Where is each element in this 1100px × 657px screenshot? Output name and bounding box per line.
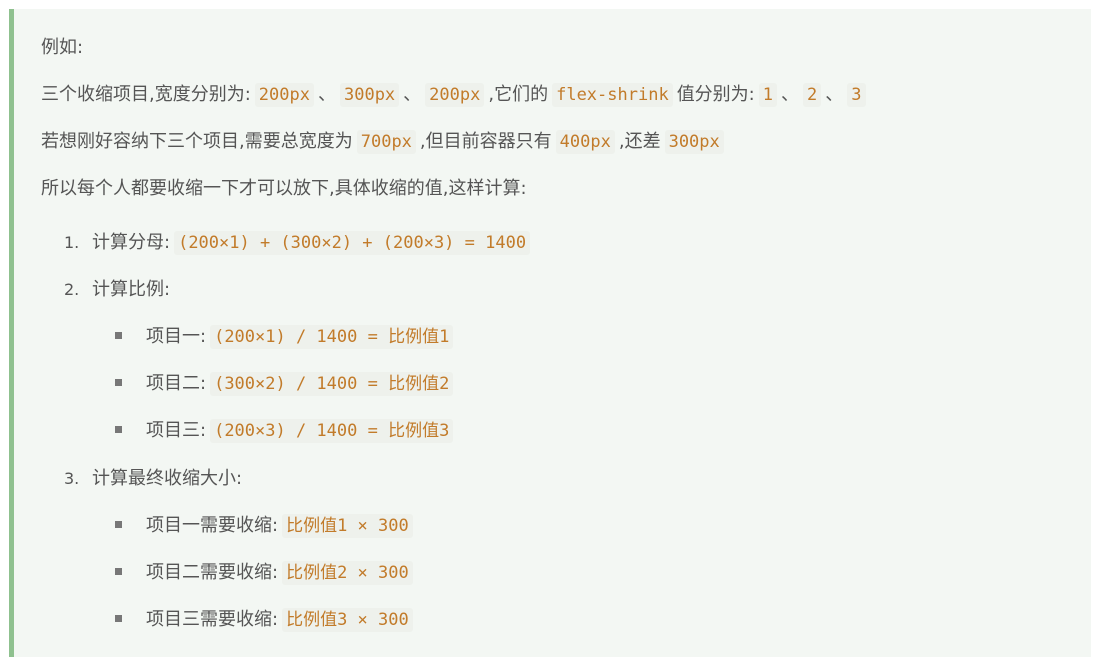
bullet-icon [115, 614, 122, 622]
separator: 、 [781, 84, 800, 105]
list-item: 项目三: (200×3) / 1400 = 比例值3 [115, 417, 457, 445]
inline-code: 2 [803, 83, 822, 107]
list-item: 项目二: (300×2) / 1400 = 比例值2 [115, 370, 457, 398]
inline-code: 700px [356, 130, 416, 154]
step-label: 计算比例: [92, 279, 171, 300]
inline-code: 200px [425, 83, 485, 107]
inline-code: 300px [664, 130, 724, 154]
item-label: 项目二需要收缩: [146, 562, 279, 583]
inline-code: (200×3) / 1400 = 比例值3 [210, 419, 454, 443]
item-label: 项目三需要收缩: [146, 609, 279, 630]
explanation-line: 所以每个人都要收缩一下才可以放下,具体收缩的值,这样计算: [41, 175, 527, 203]
list-number: 3. [64, 469, 80, 488]
list-number: 2. [64, 280, 80, 299]
intro-label: 例如: [41, 37, 84, 58]
inline-code: 3 [847, 83, 866, 107]
text: ,还差 [618, 131, 661, 152]
inline-code: 300px [339, 83, 400, 107]
list-item: 项目一: (200×1) / 1400 = 比例值1 [115, 323, 457, 351]
inline-code: 200px [254, 83, 314, 107]
total-width-line: 若想刚好容纳下三个项目,需要总宽度为 700px ,但目前容器只有 400px ,还差 3… [41, 128, 728, 156]
inline-code: (200×1) / 1400 = 比例值1 [210, 325, 454, 349]
step-label: 计算分母: [92, 232, 171, 253]
inline-code: flex-shrink [552, 83, 673, 107]
inline-code: 比例值1 × 300 [282, 514, 413, 538]
bullet-icon [115, 520, 122, 528]
item-label: 项目三: [146, 420, 207, 441]
list-item: 项目一需要收缩: 比例值1 × 300 [115, 512, 417, 540]
item-label: 项目一: [146, 326, 207, 347]
bullet-icon [115, 567, 122, 575]
step-label: 计算最终收缩大小: [92, 468, 243, 489]
bullet-icon [115, 425, 122, 433]
inline-code: 比例值3 × 300 [282, 608, 413, 632]
inline-code: 比例值2 × 300 [282, 561, 413, 585]
note-block: 例如: 三个收缩项目,宽度分别为: 200px、 300px、 200px ,它们的 fl… [9, 9, 1091, 657]
bullet-icon [115, 378, 122, 386]
list-item: 项目三需要收缩: 比例值3 × 300 [115, 606, 417, 634]
widths-line: 三个收缩项目,宽度分别为: 200px、 300px、 200px ,它们的 flex-s… [41, 81, 870, 109]
intro-line: 例如: [41, 34, 83, 62]
ordered-list-item: 2. 计算比例: [64, 276, 170, 304]
text: 若想刚好容纳下三个项目,需要总宽度为 [41, 131, 353, 152]
bullet-icon [115, 331, 122, 339]
inline-code: (300×2) / 1400 = 比例值2 [210, 372, 454, 396]
item-label: 项目二: [146, 373, 207, 394]
inline-code: (200×1) + (300×2) + (200×3) = 1400 [174, 231, 531, 255]
inline-code: 1 [758, 83, 778, 107]
text: 所以每个人都要收缩一下才可以放下,具体收缩的值,这样计算: [41, 178, 527, 199]
separator: 、 [825, 84, 844, 105]
separator: 、 [317, 84, 336, 105]
text: ,但目前容器只有 [419, 131, 552, 152]
text: 三个收缩项目,宽度分别为: [41, 84, 251, 105]
list-number: 1. [64, 233, 80, 252]
text: 值分别为: [676, 84, 755, 105]
ordered-list-item: 1. 计算分母: (200×1) + (300×2) + (200×3) = 140… [64, 229, 534, 257]
item-label: 项目一需要收缩: [146, 515, 279, 536]
ordered-list-item: 3. 计算最终收缩大小: [64, 465, 242, 493]
inline-code: 400px [555, 130, 615, 154]
separator: 、 [403, 84, 422, 105]
text: ,它们的 [488, 84, 549, 105]
list-item: 项目二需要收缩: 比例值2 × 300 [115, 559, 417, 587]
